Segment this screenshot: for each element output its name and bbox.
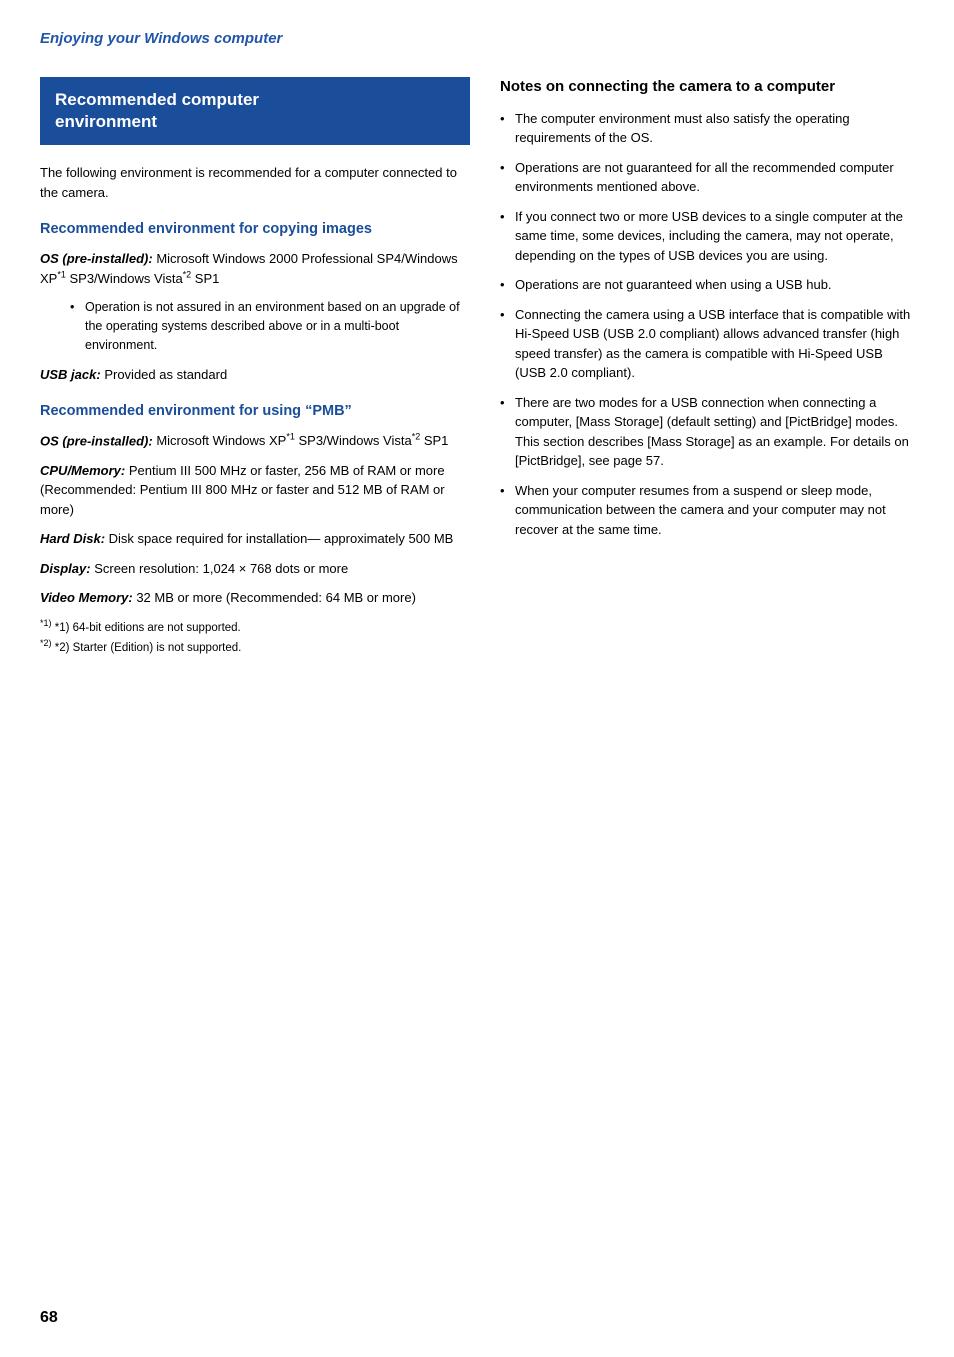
section-title-line1: Recommended computer [55, 90, 259, 109]
subsection2-title: Recommended environment for using “PMB” [40, 402, 470, 421]
page-number: 68 [40, 1309, 58, 1327]
right-bullet-item-6: There are two modes for a USB connection… [500, 393, 914, 471]
right-bullet-item-2: Operations are not guaranteed for all th… [500, 158, 914, 197]
intro-text: The following environment is recommended… [40, 163, 470, 202]
os-spec-2: OS (pre-installed): Microsoft Windows XP… [40, 431, 470, 451]
display-value: Screen resolution: 1,024 × 768 dots or m… [94, 561, 348, 576]
hdd-value: Disk space required for installation— ap… [109, 531, 454, 546]
hdd-spec: Hard Disk: Disk space required for insta… [40, 529, 470, 549]
display-spec: Display: Screen resolution: 1,024 × 768 … [40, 559, 470, 579]
page-header: Enjoying your Windows computer [40, 30, 914, 47]
section-title-box: Recommended computer environment [40, 77, 470, 145]
subsection1-title: Recommended environment for copying imag… [40, 220, 470, 239]
right-bullet-list: The computer environment must also satis… [500, 109, 914, 540]
subsection-copying: Recommended environment for copying imag… [40, 220, 470, 384]
hdd-label: Hard Disk: [40, 531, 105, 546]
os-note-block: Operation is not assured in an environme… [40, 298, 470, 354]
cpu-label: CPU/Memory: [40, 463, 125, 478]
os-label-2: OS (pre-installed): [40, 433, 153, 448]
video-value: 32 MB or more (Recommended: 64 MB or mor… [136, 590, 416, 605]
video-spec: Video Memory: 32 MB or more (Recommended… [40, 588, 470, 608]
right-section-title: Notes on connecting the camera to a comp… [500, 77, 914, 97]
footnote-1: *1) *1) 64-bit editions are not supporte… [40, 618, 470, 634]
os-note-item: Operation is not assured in an environme… [70, 298, 470, 354]
video-label: Video Memory: [40, 590, 133, 605]
display-label: Display: [40, 561, 91, 576]
right-column: Notes on connecting the camera to a comp… [500, 77, 914, 657]
cpu-spec: CPU/Memory: Pentium III 500 MHz or faste… [40, 461, 470, 520]
footnotes: *1) *1) 64-bit editions are not supporte… [40, 618, 470, 654]
os-note-list: Operation is not assured in an environme… [60, 298, 470, 354]
right-bullet-item-5: Connecting the camera using a USB interf… [500, 305, 914, 383]
two-column-layout: Recommended computer environment The fol… [40, 77, 914, 657]
right-bullet-item-4: Operations are not guaranteed when using… [500, 275, 914, 295]
section-title-line2: environment [55, 112, 157, 131]
os-label-1: OS (pre-installed): [40, 251, 153, 266]
page-container: Enjoying your Windows computer Recommend… [0, 0, 954, 1357]
left-column: Recommended computer environment The fol… [40, 77, 470, 657]
footnote-2: *2) *2) Starter (Edition) is not support… [40, 638, 470, 654]
right-bullet-item-3: If you connect two or more USB devices t… [500, 207, 914, 266]
usb-label: USB jack: [40, 367, 101, 382]
right-bullet-item-7: When your computer resumes from a suspen… [500, 481, 914, 540]
subsection-pmb: Recommended environment for using “PMB” … [40, 402, 470, 608]
usb-spec: USB jack: Provided as standard [40, 365, 470, 385]
right-bullet-item-1: The computer environment must also satis… [500, 109, 914, 148]
os-spec-1: OS (pre-installed): Microsoft Windows 20… [40, 249, 470, 288]
os-value-2: Microsoft Windows XP*1 SP3/Windows Vista… [156, 433, 448, 448]
usb-value: Provided as standard [104, 367, 227, 382]
